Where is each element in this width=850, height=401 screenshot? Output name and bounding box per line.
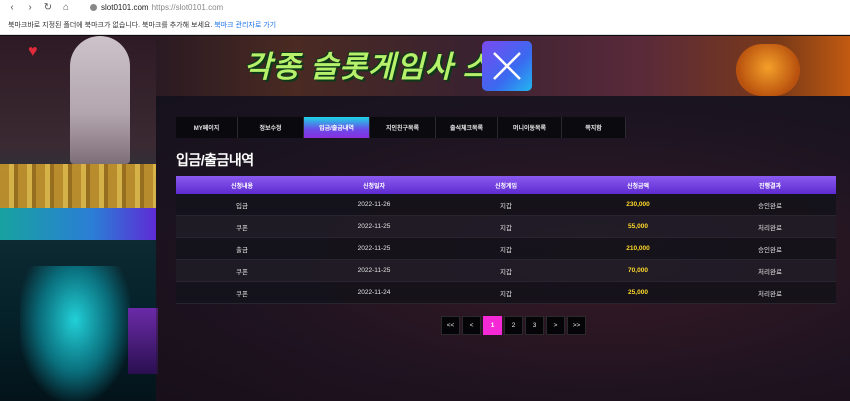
slot-art-image [20,266,130,401]
banner-title: 각종 슬롯게임사 스! [244,51,503,84]
heart-icon: ♥ [28,43,38,60]
back-icon[interactable]: ‹ [6,2,18,14]
tab-6[interactable]: 머니이동목록 [498,117,562,138]
header-banner: 각종 슬롯게임사 스! [156,36,850,96]
mypage-content: MY페이지 정보수정 입금/출금내역 지인친구목록 출석체크목록 머니이동목록 쪽지함 입금… [156,96,850,401]
next-page-button[interactable]: > [546,316,565,335]
table-row: 쿠폰 2022-11-25 지갑 55,000 처리완료 [176,216,836,238]
table-row: 출금 2022-11-25 지갑 210,000 승인완료 [176,238,836,260]
tab-5[interactable]: 출석체크목록 [436,117,498,138]
cell-type: 입금 [236,202,248,210]
cell-result: 처리완료 [758,268,782,276]
header-amount: 신청금액 [626,183,650,190]
home-icon[interactable]: ⌂ [60,2,72,14]
cell-amount: 210,000 [626,245,650,252]
tab-3[interactable]: 입금/출금내역 [304,117,370,138]
section-title: 입금/출금내역 [176,152,254,168]
cell-date: 2022-11-25 [357,223,391,230]
table-row: 입금 2022-11-26 지갑 230,000 승인완료 [176,194,836,216]
bookmark-message: 북마크바로 지정된 폴더에 북마크가 없습니다. 북마크를 추가해 보세요. [8,21,213,29]
address-bar[interactable]: slot0101.com https://slot0101.com [90,3,223,12]
cell-game: 지갑 [500,246,512,254]
pagination: << < 1 2 3 > >> [441,316,586,335]
side-promo-art: ♥ [0,36,158,401]
last-page-button[interactable]: >> [567,316,586,335]
cell-type: 출금 [236,246,248,254]
cell-date: 2022-11-25 [357,245,391,252]
cell-amount: 230,000 [626,201,650,208]
reload-icon[interactable]: ↻ [42,2,54,14]
tab-2[interactable]: 정보수정 [238,117,304,138]
tab-4[interactable]: 지인친구목록 [370,117,436,138]
cell-game: 지갑 [500,268,512,276]
page: ♥ 각종 슬롯게임사 스! MY페이지 정보수정 입금/출금내역 지인친구목록 출석체크… [0,36,850,401]
site-info-icon[interactable] [90,4,97,11]
cell-game: 지갑 [500,224,512,232]
forward-icon[interactable]: › [24,2,36,14]
cell-date: 2022-11-24 [357,289,391,296]
cell-result: 처리완료 [758,224,782,232]
cell-game: 지갑 [500,290,512,298]
cell-amount: 55,000 [628,223,648,230]
header-date: 신청일자 [362,183,386,190]
cell-type: 쿠폰 [236,268,248,276]
table-body: 입금 2022-11-26 지갑 230,000 승인완료 쿠폰 2022-11-25 지갑 5… [176,194,836,304]
cell-date: 2022-11-26 [357,201,391,208]
mypage-tabs: MY페이지 정보수정 입금/출금내역 지인친구목록 출석체크목록 머니이동목록 쪽지함 [176,117,626,138]
close-icon[interactable] [482,41,532,91]
cell-result: 처리완료 [758,290,782,298]
tab-1[interactable]: MY페이지 [176,117,238,138]
url-path: https://slot0101.com [151,3,224,12]
first-page-button[interactable]: << [441,316,460,335]
cell-type: 쿠폰 [236,224,248,232]
table-row: 쿠폰 2022-11-25 지갑 70,000 처리완료 [176,260,836,282]
character-image [70,36,130,164]
header-type: 신청내용 [230,183,254,190]
cell-type: 쿠폰 [236,290,248,298]
table-header: 신청내용 신청일자 신청게임 신청금액 진행결과 [176,176,836,194]
table-row: 쿠폰 2022-11-24 지갑 25,000 처리완료 [176,282,836,304]
header-result: 진행결과 [758,183,782,190]
bookmark-manager-link[interactable]: 북마크 관리자로 가기 [214,20,276,30]
cell-amount: 25,000 [628,289,648,296]
cell-game: 지갑 [500,202,512,210]
browser-toolbar: ‹ › ↻ ⌂ slot0101.com https://slot0101.co… [0,0,850,15]
promo-band [0,208,156,240]
pumpkin-image [736,44,800,96]
cell-date: 2022-11-25 [357,267,391,274]
coins-image [0,164,156,208]
page-button-2[interactable]: 2 [504,316,523,335]
promo-tile[interactable] [128,308,158,374]
tab-7[interactable]: 쪽지함 [562,117,626,138]
cell-result: 승인완료 [758,246,782,254]
page-button-1[interactable]: 1 [483,316,502,335]
url-domain: slot0101.com [101,3,149,12]
page-button-3[interactable]: 3 [525,316,544,335]
header-game: 신청게임 [494,183,518,190]
bookmarks-bar: 북마크바로 지정된 폴더에 북마크가 없습니다. 북마크를 추가해 보세요. 북… [0,15,850,35]
transactions-table: 신청내용 신청일자 신청게임 신청금액 진행결과 입금 2022-11-26 지갑 2… [176,176,836,304]
cell-amount: 70,000 [628,267,648,274]
prev-page-button[interactable]: < [462,316,481,335]
cell-result: 승인완료 [758,202,782,210]
